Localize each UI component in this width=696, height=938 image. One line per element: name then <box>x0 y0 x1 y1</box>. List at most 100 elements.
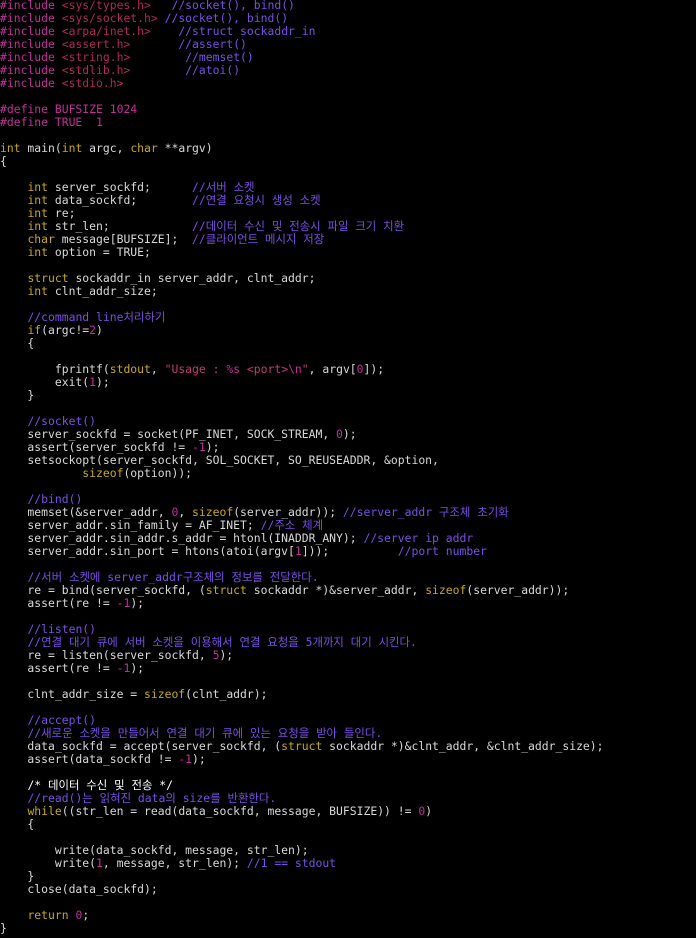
code-token: //서버 소켓 <box>192 180 255 194</box>
code-token: 1 <box>294 544 302 558</box>
code-line[interactable]: clnt_addr_size = sizeof(clnt_addr); <box>0 688 604 701</box>
code-token: //연결 대기 큐에 서버 소켓을 이용해서 연결 요청을 5개까지 대기 시킨… <box>27 635 417 649</box>
code-token: , argv[ <box>308 362 357 376</box>
code-token: #include <box>0 11 62 25</box>
code-line[interactable]: server_addr.sin_port = htons(atoi(argv[1… <box>0 545 604 558</box>
code-token: //command line처리하기 <box>27 310 166 324</box>
code-line[interactable]: { <box>0 818 604 831</box>
code-token: sizeof <box>425 583 467 597</box>
code-token: server_addr.sin_port = htons(atoi(argv[ <box>0 544 295 558</box>
code-token: <stdlib.h> <box>61 63 131 77</box>
code-token: <port> <box>240 362 289 376</box>
code-token: 2 <box>89 323 97 337</box>
code-token: //server ip addr <box>363 531 474 545</box>
code-token: ); <box>130 596 145 610</box>
code-token: //bind() <box>27 492 83 506</box>
code-token: #include <box>0 24 62 38</box>
code-token: close(data_sockfd); <box>0 882 158 896</box>
code-token: \n <box>288 362 302 376</box>
code-token: //socket() <box>27 414 97 428</box>
code-token: //데이터 수신 및 전송시 파일 크기 치환 <box>192 219 405 233</box>
code-line[interactable]: if(argc!=2) <box>0 324 604 337</box>
code-token: re = bind(server_sockfd, ( <box>0 583 206 597</box>
code-line[interactable]: #include <stdio.h> <box>0 77 604 90</box>
code-line[interactable]: close(data_sockfd); <box>0 883 604 896</box>
code-token: return <box>27 908 69 922</box>
code-line[interactable]: int data_sockfd; //연결 요청시 생성 소켓 <box>0 194 604 207</box>
code-token: <string.h> <box>61 50 131 64</box>
code-token: -1 <box>116 661 131 675</box>
code-token: data_sockfd; <box>48 193 193 207</box>
code-token: //struct sockaddr_in <box>178 24 316 38</box>
code-token: ((str_len = read(data_sockfd, message, B… <box>61 804 419 818</box>
code-line[interactable]: sizeof(option)); <box>0 467 604 480</box>
code-token: /* 데이터 수신 및 전송 */ <box>27 778 173 792</box>
code-line[interactable]: write(1, message, str_len); //1 == stdou… <box>0 857 604 870</box>
code-token: assert(re != <box>0 596 117 610</box>
code-token: " <box>301 362 309 376</box>
code-token: //서버 소켓에 server_addr구조체의 정보를 전달한다. <box>27 570 319 584</box>
code-token: //accept() <box>27 713 97 727</box>
code-token: //socket(), bind() <box>164 11 289 25</box>
code-line[interactable]: return 0; <box>0 909 604 922</box>
code-token: ); <box>205 440 220 454</box>
code-line[interactable]: } <box>0 389 604 402</box>
code-line[interactable]: int main(int argc, char **argv) <box>0 142 604 155</box>
code-token: stdout <box>109 362 151 376</box>
code-line[interactable]: while((str_len = read(data_sockfd, messa… <box>0 805 604 818</box>
code-line[interactable] <box>0 480 604 493</box>
code-token: //주소 체계 <box>260 518 324 532</box>
code-line[interactable]: assert(re != -1); <box>0 662 604 675</box>
code-token: , <box>150 362 165 376</box>
code-token: int <box>0 141 21 155</box>
source-code[interactable]: #include <sys/types.h> //socket(), bind(… <box>0 0 604 935</box>
code-line[interactable] <box>0 896 604 909</box>
code-token: ); <box>192 752 206 766</box>
code-token: str_len; <box>48 219 193 233</box>
code-editor[interactable]: #include <sys/types.h> //socket(), bind(… <box>0 0 696 938</box>
code-line[interactable]: assert(data_sockfd != -1); <box>0 753 604 766</box>
code-token: 1024 <box>109 102 138 116</box>
code-token: ); <box>219 648 234 662</box>
code-token: #include <box>0 50 62 64</box>
code-token: int <box>27 219 49 233</box>
code-token: } <box>0 921 7 935</box>
code-token: int <box>27 206 49 220</box>
code-token: main( <box>20 141 62 155</box>
code-token: ); <box>130 661 145 675</box>
code-line[interactable]: exit(1); <box>0 376 604 389</box>
code-token: //server_addr 구조체 초기화 <box>342 505 509 519</box>
code-token: //assert() <box>178 37 247 51</box>
code-token: #include <box>0 63 62 77</box>
code-token: } <box>0 869 35 883</box>
code-line[interactable]: { <box>0 155 604 168</box>
code-line[interactable]: int option = TRUE; <box>0 246 604 259</box>
code-token: clnt_addr_size = <box>0 687 145 701</box>
code-line[interactable]: #define TRUE 1 <box>0 116 604 129</box>
code-token: ; <box>82 908 90 922</box>
code-token: <assert.h> <box>61 37 131 51</box>
code-token: re; <box>48 206 76 220</box>
code-token: (server_addr)); <box>466 583 570 597</box>
code-line[interactable]: } <box>0 922 604 935</box>
code-token: //memset() <box>185 50 254 64</box>
code-token: int <box>27 180 49 194</box>
code-token: -1 <box>192 440 206 454</box>
code-line[interactable]: { <box>0 337 604 350</box>
code-token: sizeof <box>82 466 124 480</box>
code-token: option = TRUE; <box>48 245 151 259</box>
code-line[interactable]: assert(re != -1); <box>0 597 604 610</box>
code-token: //port number <box>397 544 487 558</box>
code-line[interactable]: int clnt_addr_size; <box>0 285 604 298</box>
code-token: write(data_sockfd, message, str_len); <box>0 843 309 857</box>
